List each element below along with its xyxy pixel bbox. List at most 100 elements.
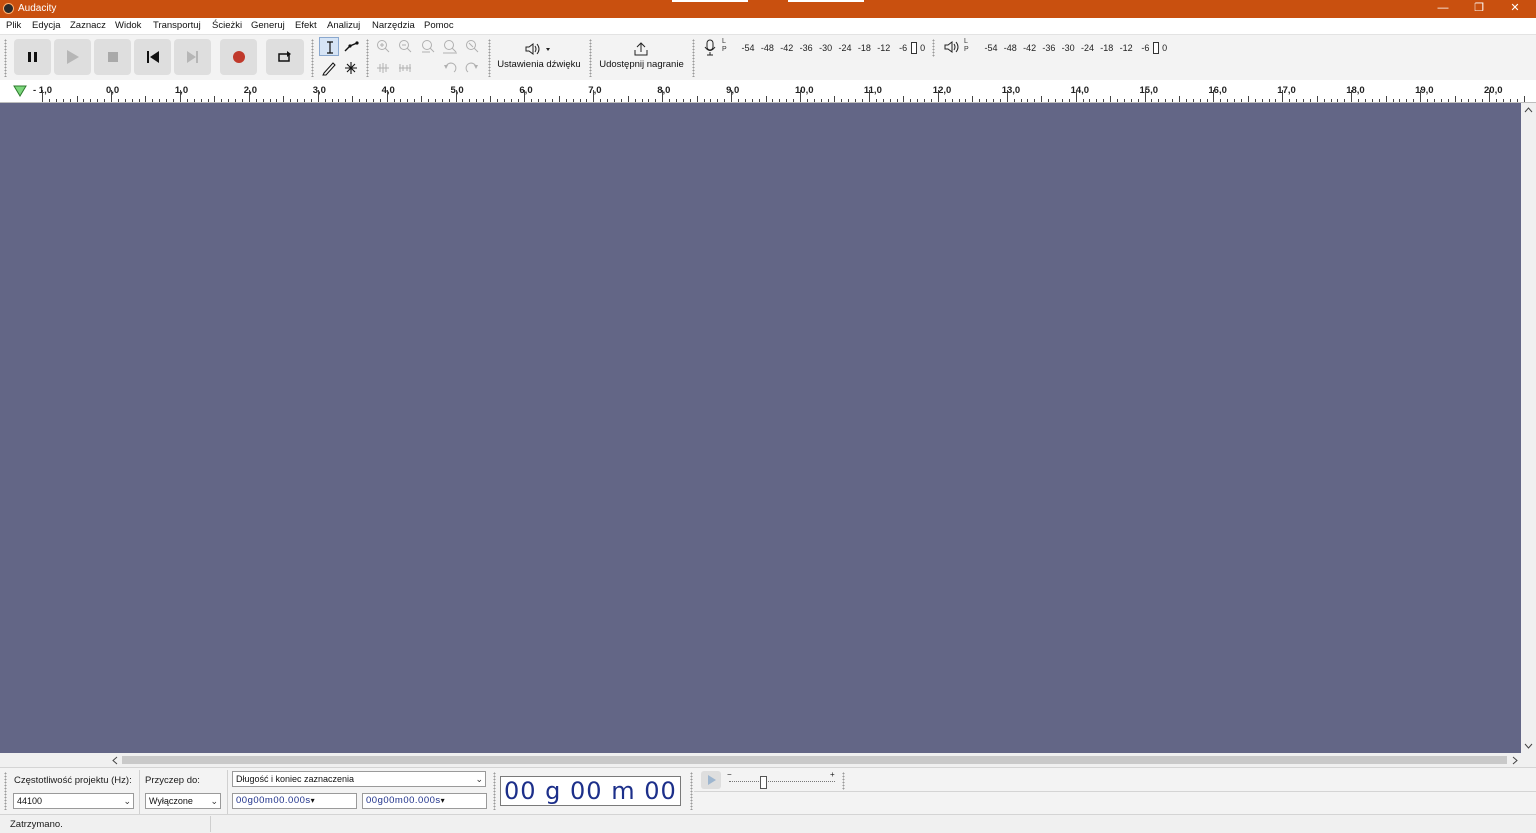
audio-setup-label: Ustawienia dźwięku	[497, 59, 581, 70]
toolbar-grip[interactable]	[4, 39, 7, 77]
toolbar-grip[interactable]	[842, 772, 845, 790]
audio-position-display[interactable]: 00 g 00 m 00 s	[500, 776, 681, 806]
vertical-scrollbar[interactable]	[1521, 103, 1536, 753]
silence-audio-button[interactable]	[395, 58, 415, 77]
share-audio-button[interactable]: Udostępnij nagranie	[595, 37, 688, 78]
skip-end-icon	[187, 51, 198, 63]
toolbar-grip[interactable]	[366, 39, 369, 77]
zoom-toggle-button[interactable]	[462, 37, 482, 56]
ruler-tick	[359, 99, 360, 102]
zoom-out-button[interactable]	[395, 37, 415, 56]
selection-start-time[interactable]: 00g00m00.000s▾	[232, 793, 357, 809]
snap-to-select[interactable]: Wyłączone ⌄	[145, 793, 221, 809]
playback-meter[interactable]: LP -54 -48 -42 -36 -30 -24 -18 -12 -6 0	[962, 38, 1172, 57]
ruler-tick	[1206, 99, 1208, 102]
microphone-icon[interactable]	[703, 39, 717, 57]
meter-level-marker[interactable]	[910, 42, 917, 54]
project-rate-select[interactable]: 44100 ⌄	[13, 793, 134, 809]
trim-audio-button[interactable]	[373, 58, 393, 77]
scroll-up-icon[interactable]	[1524, 106, 1533, 114]
menu-generuj[interactable]: Generuj	[251, 20, 285, 31]
ruler-tick	[1433, 99, 1435, 102]
toolbar-grip[interactable]	[692, 39, 695, 77]
menu-efekt[interactable]: Efekt	[295, 20, 317, 31]
pause-icon	[28, 52, 37, 62]
audio-setup-button[interactable]: Ustawienia dźwięku	[494, 37, 584, 78]
stop-button[interactable]	[94, 39, 131, 75]
slider-thumb[interactable]	[760, 776, 767, 789]
ruler-tick	[669, 99, 671, 102]
scroll-down-icon[interactable]	[1524, 742, 1533, 750]
envelope-tool[interactable]	[341, 37, 361, 56]
ruler-tick	[1048, 99, 1049, 102]
menu-sciezki[interactable]: Ścieżki	[212, 20, 242, 31]
fit-project-button[interactable]	[440, 37, 460, 56]
timeline-ruler[interactable]: - 1,0 0,0 1,0 2,0 3,0 4,0 5,0 6,0 7,0 8,0 9,0 10,0 1…	[0, 80, 1536, 103]
redo-button[interactable]	[462, 58, 482, 77]
zoom-in-button[interactable]	[373, 37, 393, 56]
meter-tick-label: -18	[857, 43, 871, 53]
recording-meter[interactable]: LP -54 -48 -42 -36 -30 -24 -18 -12 -6 0	[720, 38, 925, 57]
menu-transportuj[interactable]: Transportuj	[153, 20, 201, 31]
close-button[interactable]: ✕	[1497, 0, 1533, 18]
ruler-tick	[676, 99, 677, 102]
ruler-tick	[634, 99, 636, 102]
title-bar: Audacity — ❐ ✕	[0, 0, 1536, 18]
ruler-label: 7,0	[588, 85, 602, 96]
meter-level-marker[interactable]	[1153, 42, 1160, 54]
ruler-tick	[586, 99, 588, 102]
ruler-label: 5,0	[450, 85, 464, 96]
menu-widok[interactable]: Widok	[115, 20, 141, 31]
ruler-tick	[42, 90, 44, 102]
skip-to-end-button[interactable]	[174, 39, 211, 75]
draw-tool[interactable]	[319, 58, 339, 77]
toolbar-grip[interactable]	[589, 39, 592, 77]
play-at-speed-button[interactable]	[701, 771, 721, 789]
restore-button[interactable]: ❐	[1461, 0, 1497, 18]
multi-tool[interactable]	[341, 58, 361, 77]
scroll-left-icon[interactable]	[111, 756, 119, 765]
selection-mode-select[interactable]: Długość i koniec zaznaczenia ⌄	[232, 771, 486, 787]
toolbar-grip[interactable]	[690, 772, 693, 810]
skip-to-start-button[interactable]	[134, 39, 171, 75]
play-speed-slider[interactable]: − +	[727, 770, 837, 790]
toolbar-grip[interactable]	[493, 772, 496, 810]
minimize-button[interactable]: —	[1425, 0, 1461, 18]
horizontal-scrollbar[interactable]	[110, 753, 1521, 767]
track-area[interactable]	[0, 103, 1521, 753]
project-rate-value: 44100	[17, 796, 43, 806]
menu-narzedzia[interactable]: Narzędzia	[372, 20, 415, 31]
toolbar-grip[interactable]	[4, 772, 7, 810]
play-head-triangle-icon[interactable]	[12, 84, 28, 98]
ruler-tick	[179, 90, 181, 102]
toolbar-grip[interactable]	[488, 39, 491, 77]
ruler-tick	[579, 99, 581, 102]
menu-plik[interactable]: Plik	[6, 20, 21, 31]
toolbar-grip[interactable]	[932, 39, 935, 57]
menu-zaznacz[interactable]: Zaznacz	[70, 20, 106, 31]
selection-tool[interactable]	[319, 37, 339, 56]
ruler-tick	[1358, 99, 1360, 102]
playback-speaker-icon[interactable]	[943, 40, 961, 54]
slider-track	[729, 781, 835, 782]
loop-button[interactable]	[266, 39, 304, 75]
pause-button[interactable]	[14, 39, 51, 75]
zoom-out-icon	[399, 40, 412, 53]
project-rate-label: Częstotliwość projektu (Hz):	[14, 775, 132, 786]
undo-button[interactable]	[440, 58, 460, 77]
horizontal-scroll-thumb[interactable]	[122, 756, 1507, 764]
toolbar-grip[interactable]	[311, 39, 314, 77]
menu-pomoc[interactable]: Pomoc	[424, 20, 454, 31]
menu-analizuj[interactable]: Analizuj	[327, 20, 360, 31]
meter-tick-label: -24	[838, 43, 852, 53]
ruler-tick	[1103, 99, 1105, 102]
ruler-tick	[1385, 96, 1387, 102]
selection-end-time[interactable]: 00g00m00.000s▾	[362, 793, 487, 809]
ruler-tick	[55, 99, 57, 102]
menu-edycja[interactable]: Edycja	[32, 20, 61, 31]
fit-selection-button[interactable]	[418, 37, 438, 56]
record-button[interactable]	[220, 39, 257, 75]
play-button[interactable]	[54, 39, 91, 75]
redo-icon	[465, 62, 478, 73]
scroll-right-icon[interactable]	[1511, 756, 1519, 765]
